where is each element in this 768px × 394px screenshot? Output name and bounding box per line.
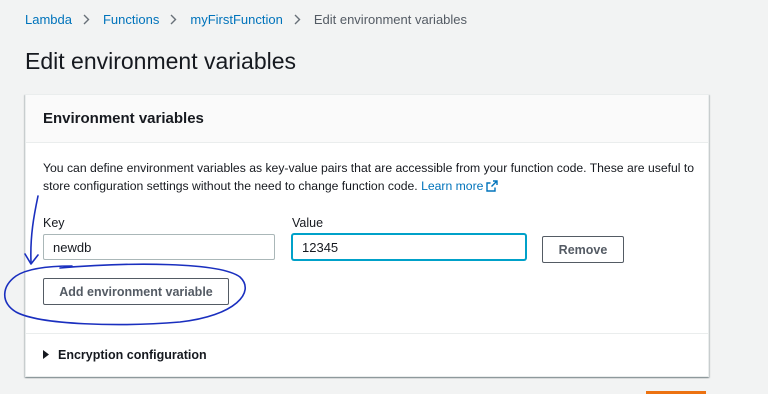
panel-description: You can define environment variables as … [43, 159, 703, 197]
key-input[interactable] [43, 234, 275, 260]
breadcrumb-functions[interactable]: Functions [103, 12, 159, 27]
encryption-configuration-label: Encryption configuration [58, 348, 207, 362]
learn-more-link[interactable]: Learn more [421, 179, 499, 193]
breadcrumb-function-name[interactable]: myFirstFunction [190, 12, 282, 27]
page-title: Edit environment variables [25, 48, 297, 74]
remove-button[interactable]: Remove [542, 236, 624, 263]
chevron-right-icon [170, 13, 179, 27]
environment-variables-panel: Environment variables You can define env… [25, 94, 709, 377]
chevron-right-icon [294, 13, 303, 27]
key-label: Key [43, 216, 65, 230]
panel-title: Environment variables [43, 110, 204, 127]
panel-divider [26, 333, 708, 334]
value-label: Value [292, 216, 324, 230]
chevron-right-icon [83, 13, 92, 27]
value-input[interactable] [292, 234, 526, 260]
add-environment-variable-button[interactable]: Add environment variable [43, 278, 229, 305]
encryption-configuration-toggle[interactable]: Encryption configuration [43, 348, 207, 362]
description-text: You can define environment variables as … [43, 161, 695, 193]
breadcrumb: Lambda Functions myFirstFunction Edit en… [25, 12, 467, 27]
caret-right-icon [43, 348, 50, 362]
panel-header: Environment variables [26, 95, 708, 143]
external-link-icon [486, 179, 499, 197]
learn-more-label: Learn more [421, 179, 484, 193]
breadcrumb-current: Edit environment variables [313, 12, 468, 27]
breadcrumb-lambda[interactable]: Lambda [25, 12, 72, 27]
